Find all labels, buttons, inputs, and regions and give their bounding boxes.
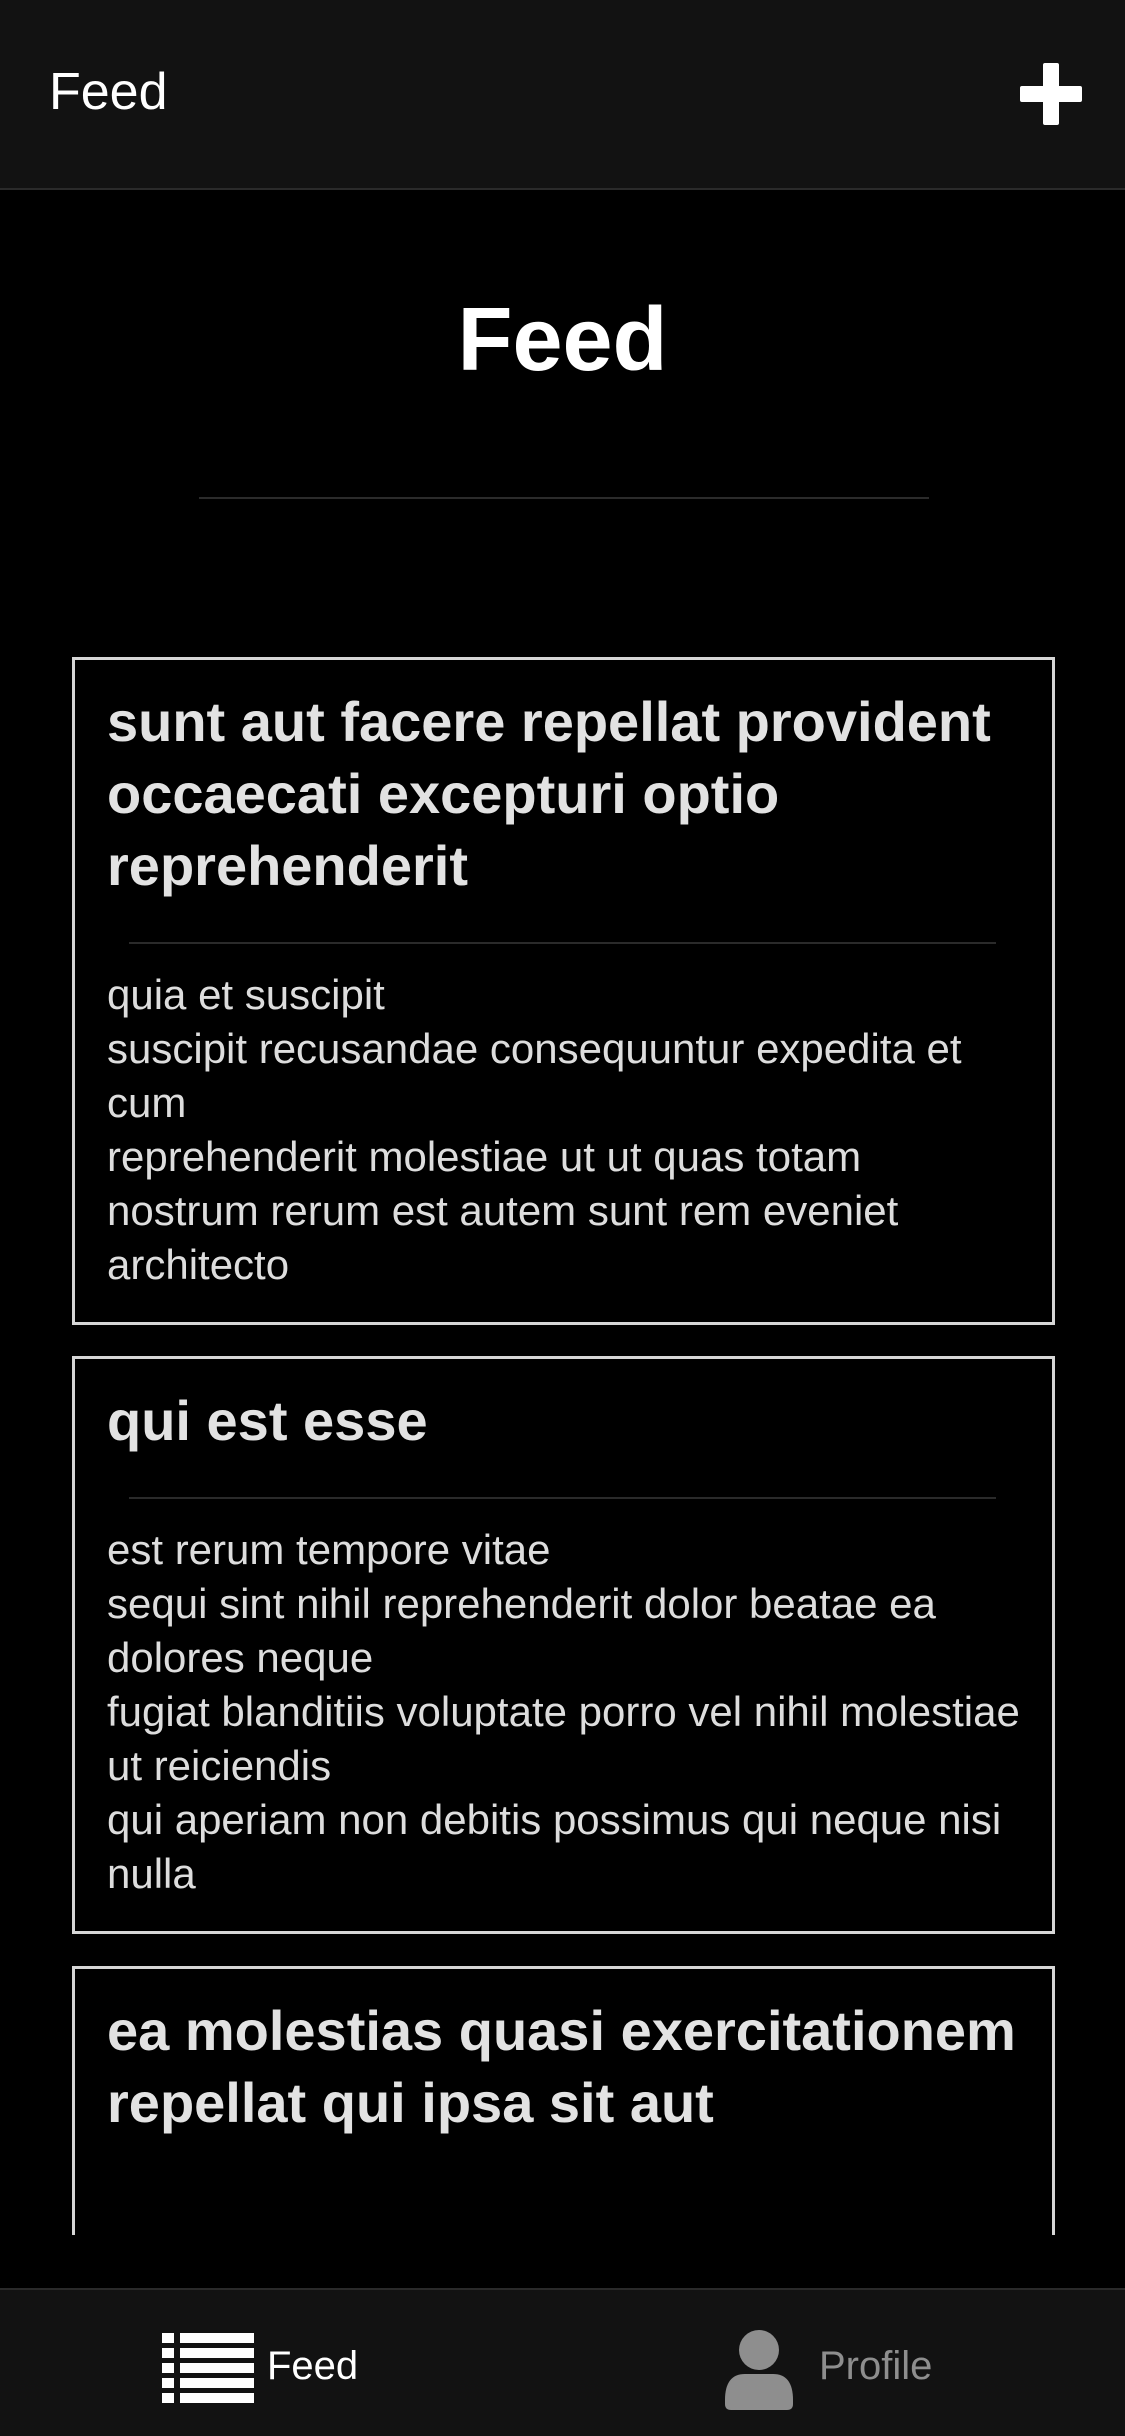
plus-icon — [1020, 63, 1082, 125]
list-icon — [162, 2333, 254, 2403]
tab-profile-label: Profile — [819, 2344, 933, 2388]
post-title: sunt aut facere repellat provident occae… — [107, 690, 991, 897]
post-divider — [129, 942, 996, 944]
post-title: ea molestias quasi exercitationem repell… — [107, 1999, 1016, 2134]
page-title: Feed — [457, 290, 668, 390]
post-card[interactable]: qui est esse est rerum tempore vitae seq… — [72, 1356, 1055, 1934]
tab-profile[interactable]: Profile — [715, 2290, 975, 2436]
tab-feed[interactable]: Feed — [150, 2290, 410, 2436]
user-icon — [725, 2330, 793, 2410]
add-post-button[interactable] — [1010, 58, 1092, 130]
post-card[interactable]: ea molestias quasi exercitationem repell… — [72, 1966, 1055, 2235]
post-divider — [129, 1497, 996, 1499]
post-card[interactable]: sunt aut facere repellat provident occae… — [72, 657, 1055, 1325]
post-body: quia et suscipit suscipit recusandae con… — [107, 971, 962, 1288]
tab-feed-label: Feed — [267, 2344, 359, 2388]
title-divider — [199, 497, 929, 499]
app-header: Feed — [0, 0, 1125, 190]
post-title: qui est esse — [107, 1389, 428, 1452]
feed-scroll-area[interactable]: Feed sunt aut facere repellat provident … — [0, 190, 1125, 2235]
post-body: est rerum tempore vitae sequi sint nihil… — [107, 1526, 1020, 1897]
header-title: Feed — [49, 63, 168, 121]
bottom-tab-bar: Feed Profile — [0, 2288, 1125, 2436]
